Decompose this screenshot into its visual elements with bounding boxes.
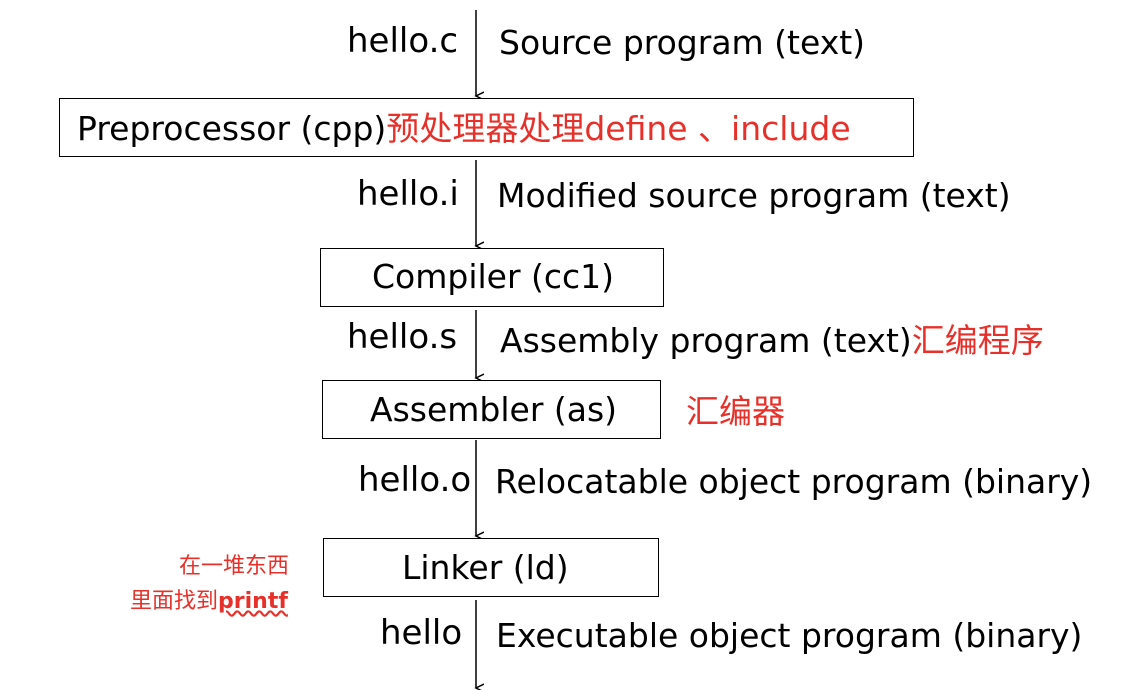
desc-executable-object: Executable object program (binary) [496, 616, 1083, 655]
assembler-note: 汇编器 [686, 392, 785, 431]
file-hello-i: hello.i [357, 174, 459, 214]
linker-label: Linker (ld) [402, 548, 569, 587]
assembly-note: 汇编程序 [911, 321, 1044, 360]
file-hello-o: hello.o [358, 460, 472, 500]
file-hello-c: hello.c [347, 21, 459, 61]
compiler-label: Compiler (cc1) [372, 257, 615, 296]
assembler-label: Assembler (as) [370, 390, 618, 429]
desc-relocatable-object: Relocatable object program (binary) [495, 462, 1093, 501]
printf-emphasis: printf [218, 589, 288, 614]
preprocessor-label: Preprocessor (cpp)预处理器处理define 、include [77, 109, 851, 148]
desc-source-program: Source program (text) [499, 23, 866, 62]
file-hello-s: hello.s [347, 317, 458, 357]
desc-assembly-program: Assembly program (text)汇编程序 [500, 321, 1044, 360]
preprocessor-note: 预处理器处理define 、include [386, 109, 851, 148]
linker-note-line1: 在一堆东西 [179, 554, 290, 579]
file-hello: hello [380, 613, 463, 653]
desc-modified-source: Modified source program (text) [497, 176, 1011, 215]
linker-note-line2: 里面找到printf [130, 589, 288, 614]
